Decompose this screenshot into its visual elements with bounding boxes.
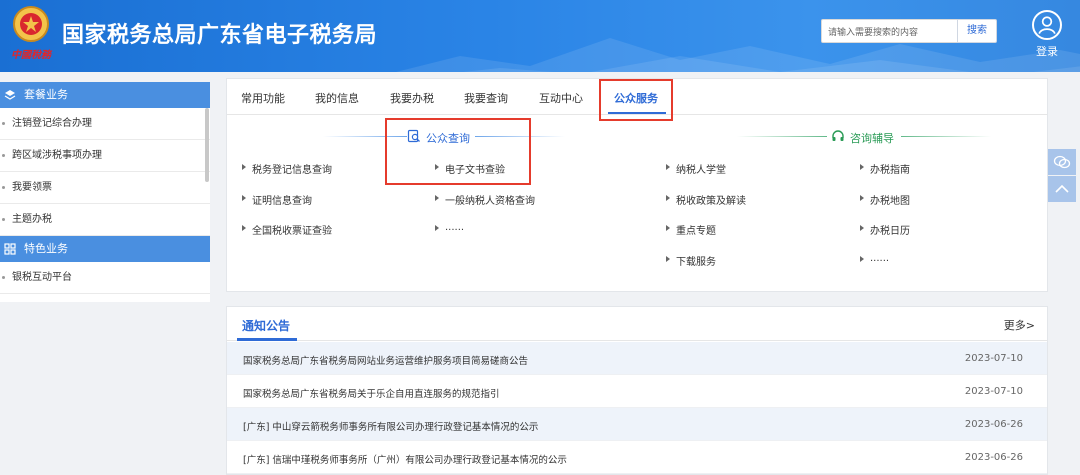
- tab-my-info[interactable]: 我的信息: [315, 90, 359, 106]
- section-divider: [737, 136, 827, 137]
- notice-text: [广东] 中山穿云箭税务师事务所有限公司办理行政登记基本情况的公示: [243, 422, 539, 433]
- sidebar-item-label: 主题办税: [12, 214, 52, 225]
- notice-date: 2023-07-10: [964, 353, 1023, 364]
- bullet-icon: [2, 276, 5, 279]
- notice-date: 2023-07-10: [964, 386, 1023, 397]
- notice-title: 通知公告: [242, 319, 291, 333]
- link-download-service[interactable]: 下载服务: [666, 253, 716, 268]
- link-key-topics[interactable]: 重点专题: [666, 222, 716, 237]
- chat-float-button[interactable]: [1048, 149, 1076, 175]
- sidebar-scrollbar[interactable]: [205, 108, 209, 182]
- back-to-top-button[interactable]: [1048, 176, 1076, 202]
- notice-row[interactable]: [广东] 信瑞中瑾税务师事务所（广州）有限公司办理行政登记基本情况的公示 202…: [227, 441, 1047, 474]
- chevron-up-icon: [1055, 184, 1069, 193]
- sidebar-item-invoice[interactable]: 我要领票: [0, 172, 210, 204]
- link-taxpayer-school[interactable]: 纳税人学堂: [666, 161, 726, 176]
- sidebar-item-cross-region[interactable]: 跨区域涉税事项办理: [0, 140, 210, 172]
- notice-date: 2023-06-26: [964, 419, 1023, 430]
- tab-tax-handling[interactable]: 我要办税: [390, 90, 434, 106]
- sidebar-item-label: 注销登记综合办理: [12, 118, 92, 129]
- highlight-box-section: [385, 118, 531, 185]
- bullet-icon: [2, 218, 5, 221]
- notice-title-underline: [237, 338, 297, 341]
- link-tax-guide[interactable]: 办税指南: [860, 161, 910, 176]
- top-banner: 中國稅務 国家税务总局广东省电子税务局 请输入需要搜索的内容 搜索 登录: [0, 0, 1080, 72]
- link-tax-calendar[interactable]: 办税日历: [860, 222, 910, 237]
- more-link[interactable]: 更多>: [1004, 317, 1035, 333]
- highlight-box-tab: [599, 79, 673, 121]
- sidebar: 套餐业务 注销登记综合办理 跨区域涉税事项办理 我要领票 主题办税 特色业务 银…: [0, 82, 210, 302]
- tab-query[interactable]: 我要查询: [464, 90, 508, 106]
- sidebar-group-label: 特色业务: [24, 242, 68, 255]
- bullet-icon: [2, 186, 5, 189]
- headset-icon: [832, 130, 844, 141]
- notice-header: 通知公告 更多>: [227, 307, 1047, 341]
- section-heading-consulting: 咨询辅导: [850, 132, 894, 145]
- emblem-caption: 中國稅務: [11, 50, 51, 61]
- link-tax-map[interactable]: 办税地图: [860, 192, 910, 207]
- sidebar-item-deregistration[interactable]: 注销登记综合办理: [0, 108, 210, 140]
- sidebar-group-package[interactable]: 套餐业务: [0, 82, 210, 108]
- sidebar-item-label: 我要领票: [12, 182, 52, 193]
- sidebar-item-label: 跨区域涉税事项办理: [12, 150, 102, 161]
- tab-common[interactable]: 常用功能: [241, 90, 285, 106]
- link-tax-policy[interactable]: 税收政策及解读: [666, 192, 746, 207]
- notice-row[interactable]: 国家税务总局广东省税务局网站业务运营维护服务项目简易磋商公告 2023-07-1…: [227, 342, 1047, 375]
- service-panel: 常用功能 我的信息 我要办税 我要查询 互动中心 公众服务 公众查询 税务登记信…: [226, 78, 1048, 292]
- tax-emblem-icon: [13, 6, 49, 42]
- site-title: 国家税务总局广东省电子税务局: [62, 23, 378, 48]
- section-divider: [901, 136, 991, 137]
- bullet-icon: [2, 122, 5, 125]
- link-tax-registration-query[interactable]: 税务登记信息查询: [242, 161, 332, 176]
- notice-row[interactable]: 国家税务总局广东省税务局关于乐企自用直连服务的规范指引 2023-07-10: [227, 375, 1047, 408]
- tab-interaction[interactable]: 互动中心: [539, 90, 583, 106]
- sidebar-group-label: 套餐业务: [24, 88, 68, 101]
- login-link[interactable]: 登录: [1032, 43, 1062, 59]
- link-more-consulting[interactable]: ......: [860, 253, 889, 264]
- bullet-icon: [2, 154, 5, 157]
- notice-row[interactable]: [广东] 中山穿云箭税务师事务所有限公司办理行政登记基本情况的公示 2023-0…: [227, 408, 1047, 441]
- notice-text: 国家税务总局广东省税务局关于乐企自用直连服务的规范指引: [243, 389, 500, 400]
- notice-date: 2023-06-26: [964, 452, 1023, 463]
- chat-bubble-icon: [1053, 155, 1071, 169]
- link-tax-receipt-verification[interactable]: 全国税收票证查验: [242, 222, 332, 237]
- link-taxpayer-qualification-query[interactable]: 一般纳税人资格查询: [435, 192, 535, 207]
- search-button[interactable]: 搜索: [957, 19, 997, 43]
- notice-panel: 通知公告 更多> 国家税务总局广东省税务局网站业务运营维护服务项目简易磋商公告 …: [226, 306, 1048, 475]
- link-certificate-query[interactable]: 证明信息查询: [242, 192, 312, 207]
- search-input[interactable]: 请输入需要搜索的内容: [821, 19, 958, 43]
- sidebar-item-bank-tax[interactable]: 银税互动平台: [0, 262, 210, 294]
- link-more-public-query[interactable]: ......: [435, 222, 464, 233]
- user-avatar-icon[interactable]: [1032, 10, 1062, 40]
- grid-icon: [4, 243, 16, 255]
- sidebar-group-special[interactable]: 特色业务: [0, 236, 210, 262]
- sidebar-item-label: 银税互动平台: [12, 272, 72, 283]
- layers-icon: [4, 90, 16, 100]
- sidebar-item-theme[interactable]: 主题办税: [0, 204, 210, 236]
- notice-text: [广东] 信瑞中瑾税务师事务所（广州）有限公司办理行政登记基本情况的公示: [243, 455, 567, 466]
- notice-text: 国家税务总局广东省税务局网站业务运营维护服务项目简易磋商公告: [243, 356, 529, 367]
